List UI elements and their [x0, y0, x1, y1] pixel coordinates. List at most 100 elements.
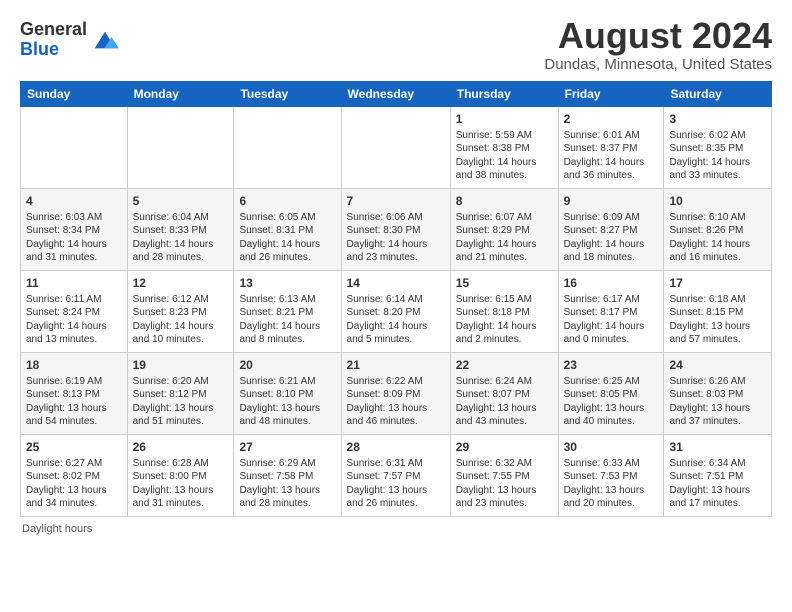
cell-line: Sunset: 8:09 PM	[347, 388, 445, 402]
calendar-table: SundayMondayTuesdayWednesdayThursdayFrid…	[20, 81, 772, 517]
day-number: 22	[456, 357, 553, 373]
logo-general: General	[20, 19, 87, 39]
cell-line: Sunset: 8:24 PM	[26, 306, 122, 320]
calendar-cell: 17Sunrise: 6:18 AMSunset: 8:15 PMDayligh…	[664, 270, 772, 352]
cell-line: Sunset: 8:13 PM	[26, 388, 122, 402]
cell-line: Sunrise: 6:25 AM	[564, 375, 659, 389]
calendar-col-friday: Friday	[558, 81, 664, 106]
cell-line: Sunset: 8:03 PM	[669, 388, 766, 402]
logo-icon	[91, 26, 119, 54]
cell-line: Sunrise: 6:01 AM	[564, 129, 659, 143]
cell-line: Sunrise: 6:13 AM	[239, 293, 335, 307]
cell-line: Sunrise: 6:17 AM	[564, 293, 659, 307]
cell-line: Sunset: 8:27 PM	[564, 224, 659, 238]
cell-line: Daylight: 14 hours and 18 minutes.	[564, 238, 659, 265]
calendar-cell: 10Sunrise: 6:10 AMSunset: 8:26 PMDayligh…	[664, 188, 772, 270]
cell-line: Sunset: 8:07 PM	[456, 388, 553, 402]
day-number: 28	[347, 439, 445, 455]
cell-line: Sunrise: 6:26 AM	[669, 375, 766, 389]
cell-line: Daylight: 14 hours and 31 minutes.	[26, 238, 122, 265]
cell-line: Sunrise: 6:06 AM	[347, 211, 445, 225]
cell-line: Sunrise: 6:18 AM	[669, 293, 766, 307]
calendar-cell: 20Sunrise: 6:21 AMSunset: 8:10 PMDayligh…	[234, 352, 341, 434]
cell-line: Sunset: 8:00 PM	[133, 470, 229, 484]
cell-line: Daylight: 13 hours and 48 minutes.	[239, 402, 335, 429]
calendar-cell: 4Sunrise: 6:03 AMSunset: 8:34 PMDaylight…	[21, 188, 128, 270]
header-row: SundayMondayTuesdayWednesdayThursdayFrid…	[21, 81, 772, 106]
cell-line: Sunrise: 6:10 AM	[669, 211, 766, 225]
day-number: 26	[133, 439, 229, 455]
cell-line: Sunset: 8:12 PM	[133, 388, 229, 402]
cell-line: Daylight: 14 hours and 2 minutes.	[456, 320, 553, 347]
calendar-cell: 27Sunrise: 6:29 AMSunset: 7:58 PMDayligh…	[234, 434, 341, 516]
cell-line: Sunset: 8:31 PM	[239, 224, 335, 238]
cell-line: Sunset: 7:53 PM	[564, 470, 659, 484]
cell-line: Sunset: 8:15 PM	[669, 306, 766, 320]
cell-line: Daylight: 13 hours and 54 minutes.	[26, 402, 122, 429]
logo-text: General Blue	[20, 20, 87, 60]
cell-line: Sunset: 8:30 PM	[347, 224, 445, 238]
cell-line: Sunrise: 6:12 AM	[133, 293, 229, 307]
cell-line: Daylight: 13 hours and 37 minutes.	[669, 402, 766, 429]
calendar-cell: 6Sunrise: 6:05 AMSunset: 8:31 PMDaylight…	[234, 188, 341, 270]
cell-line: Sunset: 8:33 PM	[133, 224, 229, 238]
day-number: 8	[456, 193, 553, 209]
calendar-cell: 13Sunrise: 6:13 AMSunset: 8:21 PMDayligh…	[234, 270, 341, 352]
calendar-week-1: 1Sunrise: 5:59 AMSunset: 8:38 PMDaylight…	[21, 106, 772, 188]
cell-line: Daylight: 14 hours and 38 minutes.	[456, 156, 553, 183]
calendar-week-4: 18Sunrise: 6:19 AMSunset: 8:13 PMDayligh…	[21, 352, 772, 434]
calendar-cell	[341, 106, 450, 188]
footer: Daylight hours	[20, 523, 772, 535]
cell-line: Daylight: 14 hours and 8 minutes.	[239, 320, 335, 347]
day-number: 19	[133, 357, 229, 373]
calendar-col-wednesday: Wednesday	[341, 81, 450, 106]
day-number: 10	[669, 193, 766, 209]
day-number: 23	[564, 357, 659, 373]
day-number: 5	[133, 193, 229, 209]
cell-line: Daylight: 13 hours and 31 minutes.	[133, 484, 229, 511]
cell-line: Sunrise: 5:59 AM	[456, 129, 553, 143]
cell-line: Sunset: 8:23 PM	[133, 306, 229, 320]
cell-line: Sunrise: 6:03 AM	[26, 211, 122, 225]
cell-line: Daylight: 13 hours and 26 minutes.	[347, 484, 445, 511]
day-number: 3	[669, 111, 766, 127]
cell-line: Sunrise: 6:20 AM	[133, 375, 229, 389]
cell-line: Sunrise: 6:24 AM	[456, 375, 553, 389]
cell-line: Sunset: 8:21 PM	[239, 306, 335, 320]
cell-line: Sunrise: 6:27 AM	[26, 457, 122, 471]
calendar-col-sunday: Sunday	[21, 81, 128, 106]
cell-line: Daylight: 14 hours and 28 minutes.	[133, 238, 229, 265]
calendar-col-thursday: Thursday	[450, 81, 558, 106]
cell-line: Daylight: 14 hours and 21 minutes.	[456, 238, 553, 265]
day-number: 18	[26, 357, 122, 373]
calendar-cell: 15Sunrise: 6:15 AMSunset: 8:18 PMDayligh…	[450, 270, 558, 352]
day-number: 2	[564, 111, 659, 127]
cell-line: Daylight: 14 hours and 13 minutes.	[26, 320, 122, 347]
cell-line: Sunrise: 6:07 AM	[456, 211, 553, 225]
calendar-week-5: 25Sunrise: 6:27 AMSunset: 8:02 PMDayligh…	[21, 434, 772, 516]
calendar-cell: 16Sunrise: 6:17 AMSunset: 8:17 PMDayligh…	[558, 270, 664, 352]
day-number: 14	[347, 275, 445, 291]
calendar-cell: 28Sunrise: 6:31 AMSunset: 7:57 PMDayligh…	[341, 434, 450, 516]
cell-line: Sunrise: 6:31 AM	[347, 457, 445, 471]
cell-line: Sunset: 7:51 PM	[669, 470, 766, 484]
day-number: 17	[669, 275, 766, 291]
cell-line: Sunrise: 6:14 AM	[347, 293, 445, 307]
day-number: 29	[456, 439, 553, 455]
cell-line: Daylight: 13 hours and 40 minutes.	[564, 402, 659, 429]
day-number: 30	[564, 439, 659, 455]
day-number: 21	[347, 357, 445, 373]
day-number: 6	[239, 193, 335, 209]
day-number: 16	[564, 275, 659, 291]
cell-line: Sunrise: 6:05 AM	[239, 211, 335, 225]
logo: General Blue	[20, 20, 119, 60]
day-number: 9	[564, 193, 659, 209]
cell-line: Sunrise: 6:22 AM	[347, 375, 445, 389]
day-number: 24	[669, 357, 766, 373]
calendar-cell: 19Sunrise: 6:20 AMSunset: 8:12 PMDayligh…	[127, 352, 234, 434]
calendar-cell: 11Sunrise: 6:11 AMSunset: 8:24 PMDayligh…	[21, 270, 128, 352]
cell-line: Daylight: 13 hours and 28 minutes.	[239, 484, 335, 511]
cell-line: Sunrise: 6:15 AM	[456, 293, 553, 307]
calendar-cell	[127, 106, 234, 188]
cell-line: Sunrise: 6:34 AM	[669, 457, 766, 471]
